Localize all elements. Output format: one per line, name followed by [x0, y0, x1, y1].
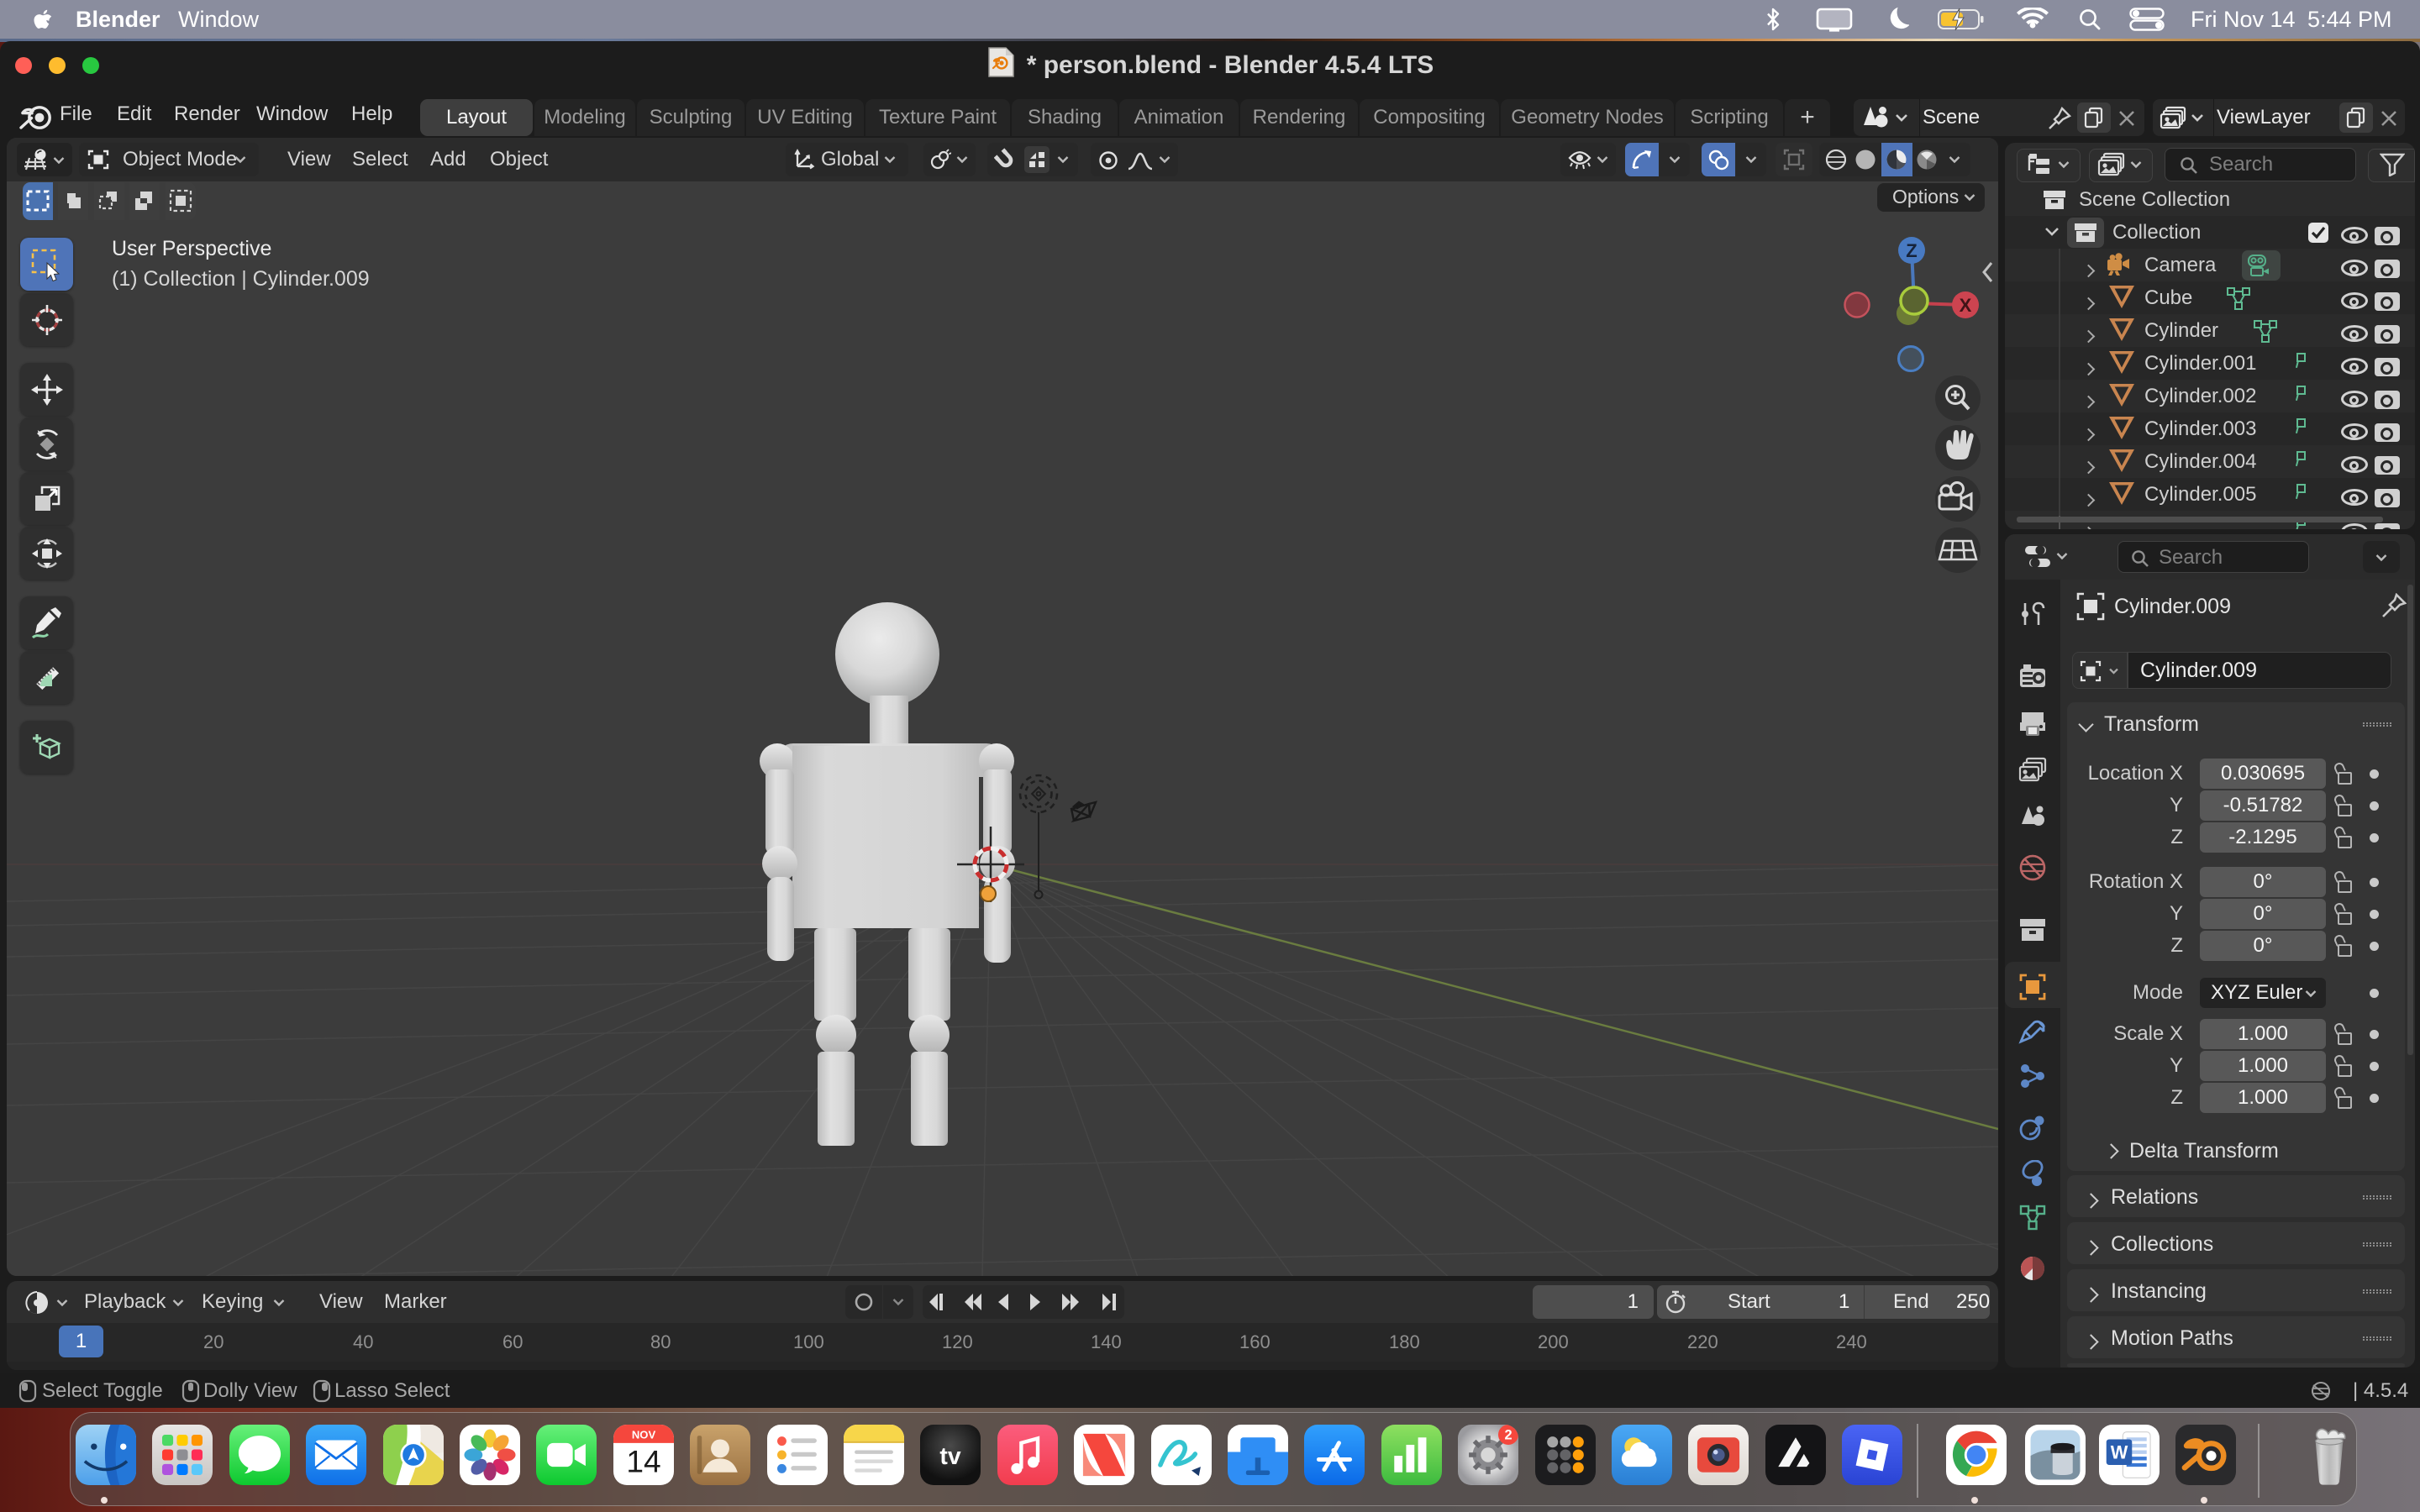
- svg-text:tv: tv: [939, 1443, 960, 1470]
- svg-text:X: X: [1960, 295, 1972, 316]
- svg-text:2: 2: [1504, 1427, 1512, 1442]
- svg-text:14: 14: [626, 1444, 660, 1479]
- svg-text:NOV: NOV: [632, 1428, 656, 1441]
- svg-text:Z: Z: [1906, 240, 1917, 261]
- svg-text:W: W: [2111, 1441, 2128, 1462]
